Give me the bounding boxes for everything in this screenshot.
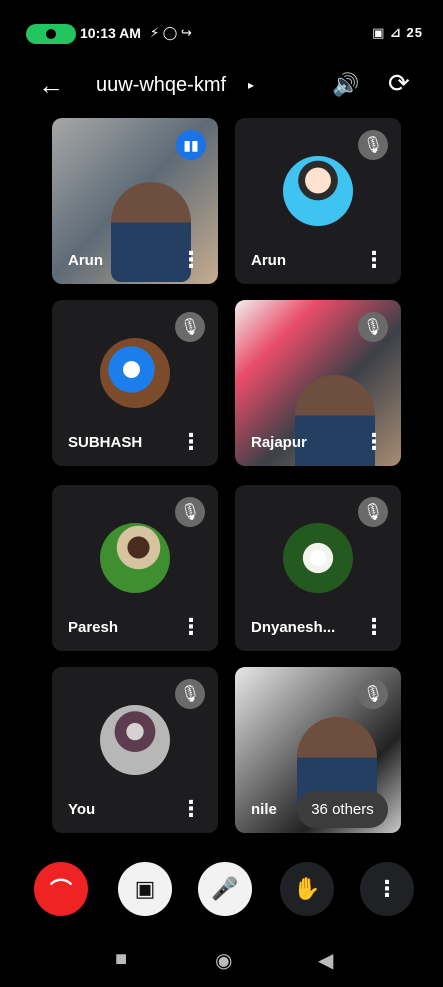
- participant-name: Arun: [68, 252, 103, 269]
- participant-name: You: [68, 801, 96, 818]
- android-navigation-bar: ■ ◉ ◀: [0, 940, 443, 987]
- active-call-indicator: [26, 24, 76, 44]
- more-options-icon[interactable]: ⋮: [180, 798, 202, 820]
- home-icon[interactable]: ◉: [215, 948, 232, 973]
- more-options-icon[interactable]: ⋮: [180, 431, 202, 453]
- avatar: [100, 338, 170, 408]
- mic-off-icon: 🎙: [358, 497, 388, 527]
- participant-tile-arun-video[interactable]: ▮▮ Arun ⋮: [52, 118, 218, 284]
- participant-tile-rajapur-video[interactable]: 🎙 Rajapur ⋮: [235, 300, 401, 466]
- more-options-icon[interactable]: ⋮: [363, 431, 385, 453]
- status-right-icons: ▣ ⊿ 25: [372, 25, 423, 40]
- meeting-code[interactable]: uuw-whqe-kmf: [96, 74, 226, 97]
- video-person: [111, 182, 191, 282]
- more-options-icon[interactable]: ⋮: [363, 249, 385, 271]
- more-options-icon[interactable]: ⋮: [180, 616, 202, 638]
- avatar: [100, 705, 170, 775]
- mic-off-icon: 🎙: [358, 312, 388, 342]
- status-left-icons: ⚡ ◯ ↪: [150, 25, 192, 40]
- more-options-icon[interactable]: ⋮: [363, 616, 385, 638]
- meeting-header: ← uuw-whqe-kmf ▸ 🔊 ⟳: [0, 66, 443, 116]
- participant-name: nile: [251, 801, 277, 818]
- chevron-right-icon[interactable]: ▸: [248, 78, 254, 92]
- participant-tile-paresh[interactable]: 🎙 Paresh ⋮: [52, 485, 218, 651]
- speaker-icon[interactable]: 🔊: [332, 72, 359, 98]
- participant-tile-subhash[interactable]: 🎙 SUBHASH ⋮: [52, 300, 218, 466]
- mic-off-icon: 🎙: [358, 130, 388, 160]
- mic-off-button[interactable]: 🎤: [198, 862, 252, 916]
- end-call-button[interactable]: ⌒: [34, 862, 88, 916]
- mic-off-icon: 🎙: [358, 679, 388, 709]
- more-controls-button[interactable]: ⋮: [360, 862, 414, 916]
- participant-tile-dnyanesh[interactable]: 🎙 Dnyanesh... ⋮: [235, 485, 401, 651]
- participant-name: Rajapur: [251, 434, 307, 451]
- avatar: [283, 156, 353, 226]
- raise-hand-button[interactable]: ✋: [280, 862, 334, 916]
- avatar: [100, 523, 170, 593]
- participant-name: SUBHASH: [68, 434, 143, 451]
- back-icon[interactable]: ←: [38, 70, 64, 101]
- avatar: [283, 523, 353, 593]
- participant-name: Paresh: [68, 619, 119, 636]
- participant-tile-you[interactable]: 🎙 You ⋮: [52, 667, 218, 833]
- camera-off-button[interactable]: ▣: [118, 862, 172, 916]
- participant-name: Dnyanesh...: [251, 619, 336, 636]
- more-options-icon[interactable]: ⋮: [180, 249, 202, 271]
- back-nav-icon[interactable]: ◀: [318, 948, 333, 973]
- recents-icon[interactable]: ■: [115, 948, 127, 971]
- mic-off-icon: 🎙: [175, 679, 205, 709]
- status-time: 10:13 AM: [80, 25, 141, 41]
- others-count[interactable]: 36 others: [297, 791, 388, 828]
- status-bar: 10:13 AM ⚡ ◯ ↪ ▣ ⊿ 25: [0, 0, 443, 66]
- participant-tile-arun[interactable]: 🎙 Arun ⋮: [235, 118, 401, 284]
- call-controls: ⌒ ▣ 🎤 ✋ ⋮: [0, 850, 443, 925]
- switch-camera-icon[interactable]: ⟳: [388, 68, 410, 99]
- mic-off-icon: 🎙: [175, 497, 205, 527]
- speaking-icon: ▮▮: [176, 130, 206, 160]
- mic-off-icon: 🎙: [175, 312, 205, 342]
- participant-name: Arun: [251, 252, 286, 269]
